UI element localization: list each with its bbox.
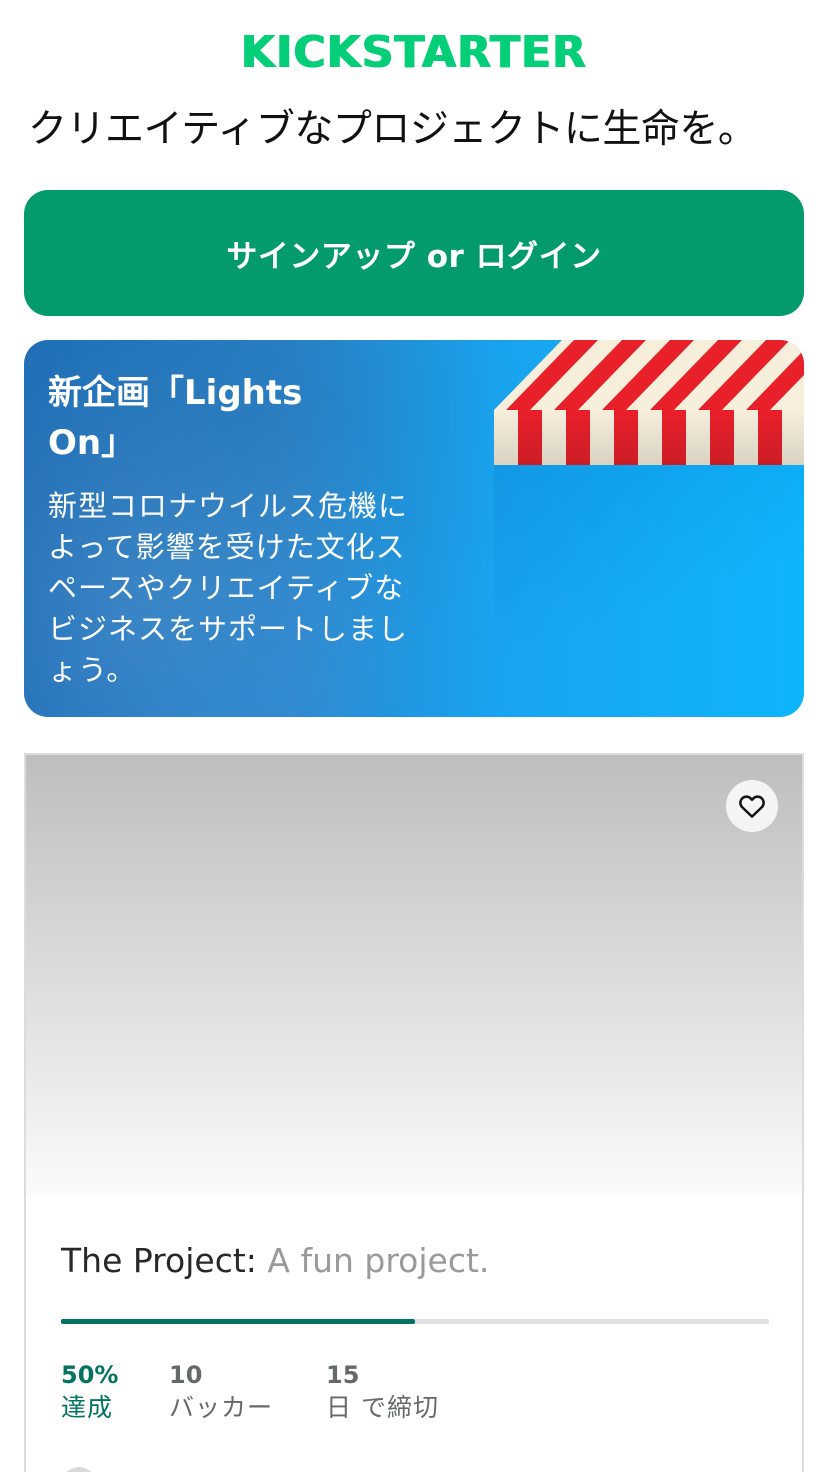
kickstarter-logo[interactable]: KICKSTARTER xyxy=(0,28,828,78)
banner-title: 新企画「Lights On」 xyxy=(48,373,303,463)
project-blurb: A fun project. xyxy=(267,1241,490,1280)
project-name: The Project: xyxy=(61,1241,257,1280)
favorite-button[interactable] xyxy=(726,780,778,832)
banner-shade xyxy=(494,465,804,717)
backers-count: 10 xyxy=(169,1361,203,1389)
funded-percent: 50% xyxy=(61,1361,119,1389)
awning-illustration xyxy=(494,340,804,465)
project-card[interactable]: The Project: A fun project. 50% 達成 10 バッ… xyxy=(24,753,804,1472)
signup-login-button[interactable]: サインアップ or ログイン xyxy=(24,190,804,316)
tagline: クリエイティブなプロジェクトに生命を。 xyxy=(28,107,757,152)
stat-funded: 50% 達成 xyxy=(61,1359,118,1425)
funded-label: 達成 xyxy=(61,1393,114,1422)
logo-text: KICKSTARTER xyxy=(240,27,588,78)
project-image[interactable] xyxy=(26,755,802,1195)
backers-label: バッカー xyxy=(169,1393,274,1422)
lights-on-banner[interactable]: 新企画「Lights On」 新型コロナウイルス危機によって影響を受けた文化スペ… xyxy=(24,340,804,717)
funding-progress-bar xyxy=(61,1319,769,1324)
funding-progress-fill xyxy=(61,1319,415,1324)
banner-description: 新型コロナウイルス危機によって影響を受けた文化スペースやクリエイティブなビジネス… xyxy=(48,489,409,687)
days-left-count: 15 xyxy=(326,1361,360,1389)
app-screen: KICKSTARTER クリエイティブなプロジェクトに生命を。 サインアップ o… xyxy=(0,0,828,1472)
project-title: The Project: A fun project. xyxy=(61,1239,781,1283)
stat-days-left: 15 日 で締切 xyxy=(326,1359,439,1425)
stat-backers: 10 バッカー xyxy=(169,1359,273,1425)
heart-outline-icon xyxy=(739,795,765,818)
days-left-label: 日 で締切 xyxy=(326,1393,439,1422)
creator-avatar[interactable] xyxy=(62,1467,96,1472)
